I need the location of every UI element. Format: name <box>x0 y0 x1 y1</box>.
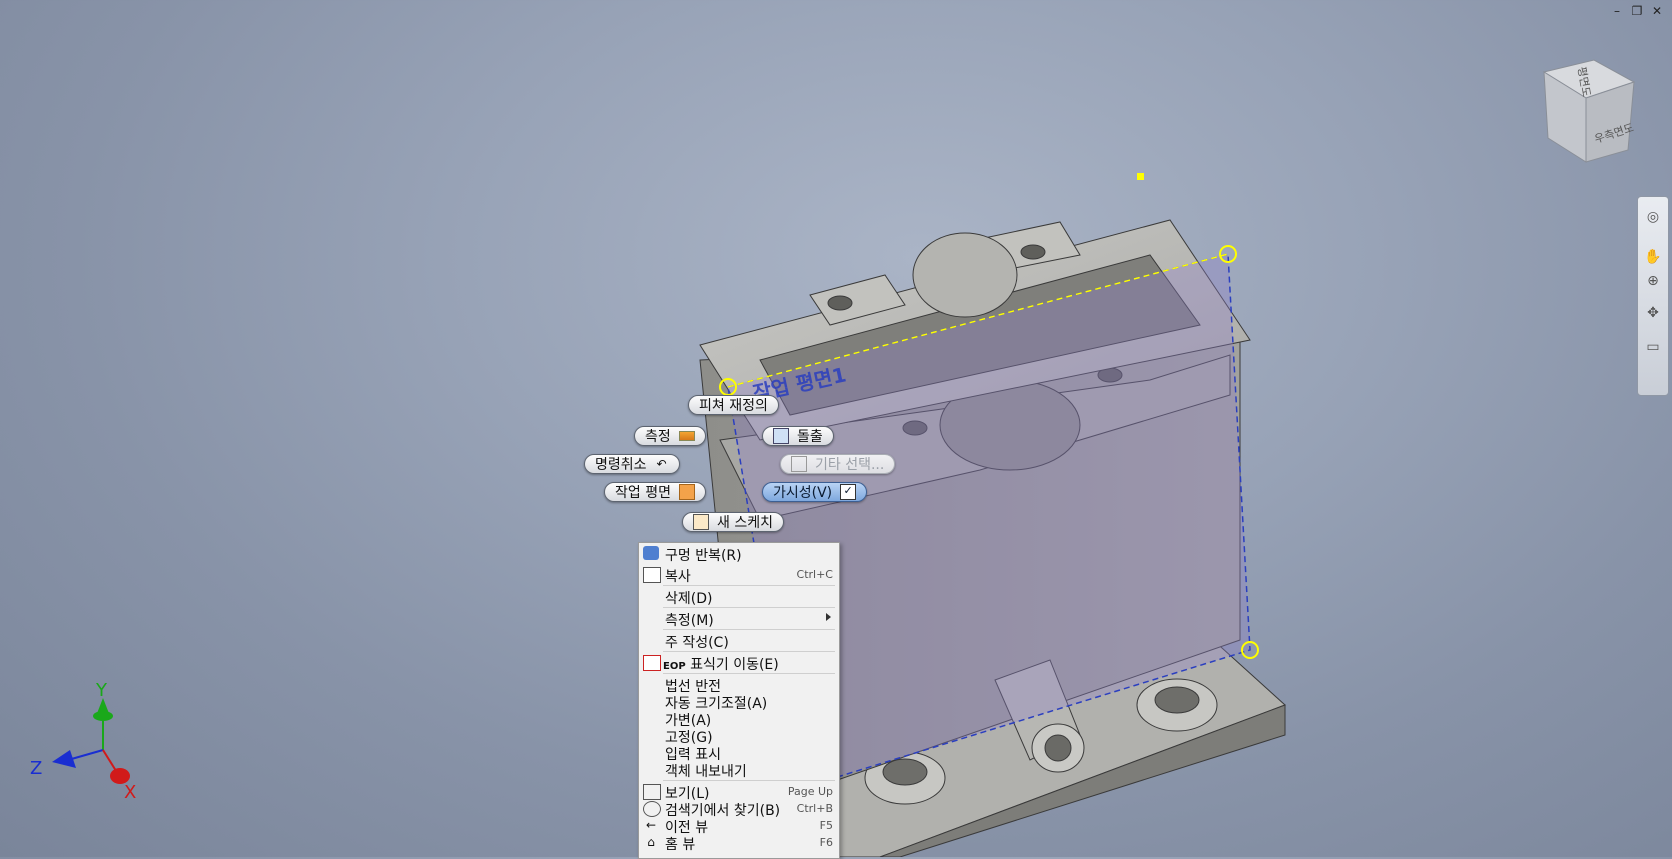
menu-shortcut: Page Up <box>787 785 833 798</box>
menu-label: 삭제(D) <box>665 591 713 607</box>
sketch-icon <box>693 514 709 530</box>
zoom-icon[interactable]: ⊕ <box>1643 271 1663 291</box>
menu-label: 복사 <box>665 569 691 585</box>
menu-label: 주 작성(C) <box>665 635 729 651</box>
mm-label: 피쳐 재정의 <box>699 398 768 414</box>
menu-item-move-eop-marker[interactable]: EOP 표식기 이동(E) <box>639 652 839 673</box>
mm-work-plane[interactable]: 작업 평면 <box>604 482 706 502</box>
menu-shortcut: F6 <box>819 836 833 849</box>
menu-shortcut: F5 <box>819 819 833 832</box>
menu-label: 구멍 반복(R) <box>665 548 742 564</box>
mm-new-sketch[interactable]: 새 스케치 <box>682 512 784 532</box>
mm-label: 돌출 <box>797 429 823 445</box>
menu-item-export-object[interactable]: 객체 내보내기 <box>639 759 839 780</box>
mm-other-select[interactable]: 기타 선택... <box>780 454 896 474</box>
menu-item-repeat-hole[interactable]: 구멍 반복(R) <box>639 543 839 564</box>
mm-extrude[interactable]: 돌출 <box>762 426 834 446</box>
menu-item-measure[interactable]: 측정(M) <box>639 608 839 629</box>
mm-label: 측정 <box>645 429 671 445</box>
mm-redefine-feature[interactable]: 피쳐 재정의 <box>688 395 779 415</box>
menu-item-copy[interactable]: 복사 Ctrl+C <box>639 564 839 585</box>
work-plane-icon <box>678 484 695 500</box>
mm-visibility[interactable]: 가시성(V) ✓ <box>762 482 868 502</box>
menu-shortcut: Ctrl+C <box>796 568 833 581</box>
menu-label-prefix: EOP <box>663 661 686 672</box>
eop-marker-icon <box>643 655 661 671</box>
mm-label: 가시성(V) <box>773 485 833 501</box>
mm-label: 명령취소 <box>595 457 647 473</box>
mm-label: 새 스케치 <box>717 515 773 531</box>
menu-item-home-view[interactable]: ⌂ 홈 뷰 F6 <box>639 832 839 853</box>
look-at-icon[interactable]: ▭ <box>1643 337 1663 357</box>
checkbox-icon: ✓ <box>840 484 857 500</box>
orbit-icon[interactable]: ✥ <box>1643 303 1663 323</box>
copy-icon <box>643 567 661 583</box>
mm-label: 작업 평면 <box>615 485 671 501</box>
menu-item-create-note[interactable]: 주 작성(C) <box>639 630 839 651</box>
submenu-arrow-icon <box>826 613 831 621</box>
ruler-icon <box>678 431 695 441</box>
undo-icon: ↶ <box>656 457 667 471</box>
viewcube[interactable]: 평면도 우측면도 <box>1536 58 1636 168</box>
menu-shortcut: Ctrl+B <box>796 802 833 815</box>
menu-label: 객체 내보내기 <box>665 764 747 780</box>
mm-measure[interactable]: 측정 <box>634 426 706 446</box>
restore-button[interactable]: ❐ <box>1630 4 1644 18</box>
extrude-icon <box>773 428 789 444</box>
graphics-viewport[interactable]: 작업 평면1 – ❐ ✕ 평면도 우측면도 ◎ ✋ ⊕ ✥ ▭ 피쳐 재정의 측… <box>0 0 1672 859</box>
axis-z-label: Z <box>30 758 42 779</box>
menu-label: 측정(M) <box>665 613 714 629</box>
minimize-button[interactable]: – <box>1610 4 1624 18</box>
steering-wheel-icon[interactable]: ◎ <box>1643 207 1663 227</box>
axis-y-label: Y <box>95 680 108 701</box>
mm-undo[interactable]: 명령취소 ↶ <box>584 454 680 474</box>
close-button[interactable]: ✕ <box>1650 4 1664 18</box>
select-other-icon <box>791 456 807 472</box>
navigation-bar: ◎ ✋ ⊕ ✥ ▭ <box>1637 196 1669 396</box>
window-controls: – ❐ ✕ <box>1610 4 1664 18</box>
mm-label: 기타 선택... <box>815 457 885 473</box>
home-icon: ⌂ <box>647 835 655 849</box>
menu-label: 홈 뷰 <box>665 837 696 853</box>
menu-label: 표식기 이동(E) <box>690 657 779 673</box>
axis-triad: Y Z X <box>30 680 136 803</box>
axis-x-label: X <box>124 782 136 803</box>
pan-icon[interactable]: ✋ <box>1643 247 1663 267</box>
menu-item-delete[interactable]: 삭제(D) <box>639 586 839 607</box>
hole-icon <box>643 546 659 560</box>
previous-view-icon: ← <box>645 818 657 832</box>
context-menu: 구멍 반복(R) 복사 Ctrl+C 삭제(D) 측정(M) 주 작성(C) EO… <box>638 542 840 859</box>
